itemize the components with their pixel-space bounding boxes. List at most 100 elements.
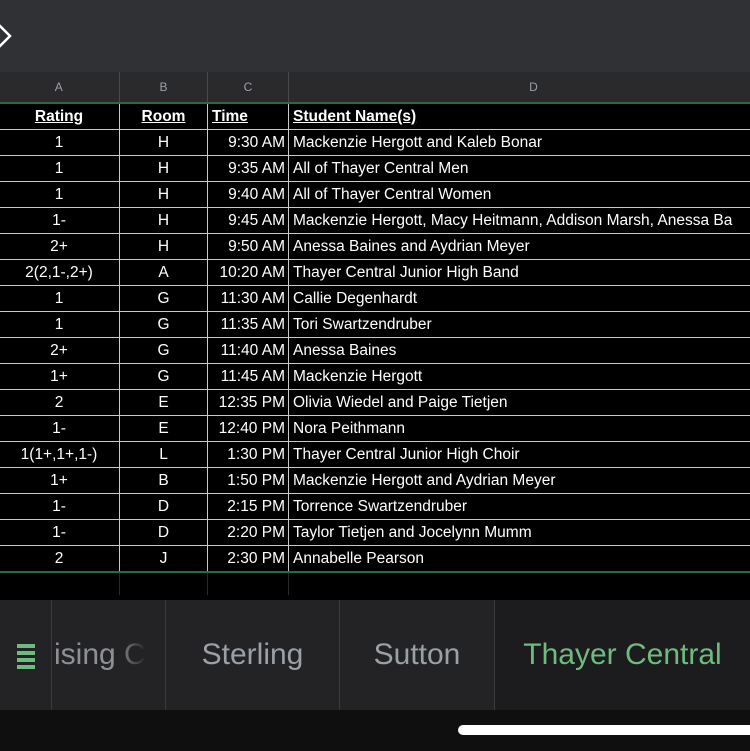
time-cell[interactable]: 9:35 AM <box>207 155 289 182</box>
student-names-cell[interactable]: Callie Degenhardt <box>288 285 750 312</box>
student-names-cell[interactable]: Mackenzie Hergott, Macy Heitmann, Addiso… <box>288 207 750 234</box>
time-cell[interactable]: 11:40 AM <box>207 337 289 364</box>
tab-rising-city[interactable]: ising C <box>52 600 166 710</box>
room-cell[interactable]: G <box>119 285 208 312</box>
table-row: 2 J 2:30 PM Annabelle Pearson <box>0 545 750 573</box>
student-names-cell[interactable]: Olivia Wiedel and Paige Tietjen <box>288 389 750 416</box>
time-cell[interactable]: 2:20 PM <box>207 519 289 546</box>
rating-cell[interactable]: 1 <box>0 129 120 156</box>
table-row: 1+ B 1:50 PM Mackenzie Hergott and Aydrian … <box>0 467 750 494</box>
spreadsheet-grid[interactable]: A B C D Rating Room Time Student Name(s)… <box>0 72 750 600</box>
rating-cell[interactable]: 1 <box>0 181 120 208</box>
room-cell[interactable]: G <box>119 363 208 390</box>
time-cell[interactable]: 9:30 AM <box>207 129 289 156</box>
rating-cell[interactable]: 2(2,1-,2+) <box>0 259 120 286</box>
time-cell[interactable]: 2:30 PM <box>207 545 289 573</box>
table-row: 1- E 12:40 PM Nora Peithmann <box>0 415 750 442</box>
room-cell[interactable]: B <box>119 467 208 494</box>
header-student-names[interactable]: Student Name(s) <box>288 102 750 130</box>
empty-cell[interactable] <box>288 571 750 595</box>
time-cell[interactable]: 9:50 AM <box>207 233 289 260</box>
rating-cell[interactable]: 1- <box>0 207 120 234</box>
table-row: 1- D 2:15 PM Torrence Swartzendruber <box>0 493 750 520</box>
room-cell[interactable]: H <box>119 207 208 234</box>
time-cell[interactable]: 12:35 PM <box>207 389 289 416</box>
header-rating[interactable]: Rating <box>0 102 120 130</box>
table-row: 1 G 11:30 AM Callie Degenhardt <box>0 285 750 312</box>
tab-label: ising C <box>54 638 146 671</box>
rating-cell[interactable]: 2+ <box>0 233 120 260</box>
time-cell[interactable]: 2:15 PM <box>207 493 289 520</box>
empty-cell[interactable] <box>119 571 208 595</box>
student-names-cell[interactable]: All of Thayer Central Men <box>288 155 750 182</box>
time-cell[interactable]: 1:50 PM <box>207 467 289 494</box>
student-names-cell[interactable]: Annabelle Pearson <box>288 545 750 573</box>
room-cell[interactable]: A <box>119 259 208 286</box>
student-names-cell[interactable]: Anessa Baines and Aydrian Meyer <box>288 233 750 260</box>
rating-cell[interactable]: 1+ <box>0 363 120 390</box>
time-cell[interactable]: 11:45 AM <box>207 363 289 390</box>
time-cell[interactable]: 1:30 PM <box>207 441 289 468</box>
sheet-tab-bar: ising C Sterling Sutton Thayer Central <box>0 600 750 710</box>
student-names-cell[interactable]: Thayer Central Junior High Band <box>288 259 750 286</box>
column-header-a[interactable]: A <box>0 72 120 104</box>
sheet-list-button[interactable] <box>0 600 52 710</box>
time-cell[interactable]: 10:20 AM <box>207 259 289 286</box>
table-header-row: Rating Room Time Student Name(s) <box>0 102 750 130</box>
rating-cell[interactable]: 1- <box>0 415 120 442</box>
student-names-cell[interactable]: Mackenzie Hergott and Aydrian Meyer <box>288 467 750 494</box>
room-cell[interactable]: G <box>119 311 208 338</box>
student-names-cell[interactable]: Thayer Central Junior High Choir <box>288 441 750 468</box>
room-cell[interactable]: D <box>119 493 208 520</box>
room-cell[interactable]: H <box>119 181 208 208</box>
student-names-cell[interactable]: All of Thayer Central Women <box>288 181 750 208</box>
student-names-cell[interactable]: Anessa Baines <box>288 337 750 364</box>
time-cell[interactable]: 9:40 AM <box>207 181 289 208</box>
student-names-cell[interactable]: Nora Peithmann <box>288 415 750 442</box>
rating-cell[interactable]: 1 <box>0 155 120 182</box>
student-names-cell[interactable]: Mackenzie Hergott <box>288 363 750 390</box>
time-cell[interactable]: 11:35 AM <box>207 311 289 338</box>
room-cell[interactable]: E <box>119 389 208 416</box>
rating-cell[interactable]: 1 <box>0 285 120 312</box>
rating-cell[interactable]: 2+ <box>0 337 120 364</box>
room-cell[interactable]: E <box>119 415 208 442</box>
student-names-cell[interactable]: Torrence Swartzendruber <box>288 493 750 520</box>
room-cell[interactable]: D <box>119 519 208 546</box>
tab-thayer-central[interactable]: Thayer Central <box>495 600 750 710</box>
room-cell[interactable]: L <box>119 441 208 468</box>
rating-cell[interactable]: 1+ <box>0 467 120 494</box>
empty-cell[interactable] <box>207 571 289 595</box>
column-header-b[interactable]: B <box>119 72 208 104</box>
table-row: 1 H 9:35 AM All of Thayer Central Men <box>0 155 750 182</box>
student-names-cell[interactable]: Tori Swartzendruber <box>288 311 750 338</box>
room-cell[interactable]: G <box>119 337 208 364</box>
close-icon[interactable] <box>0 16 14 56</box>
room-cell[interactable]: H <box>119 129 208 156</box>
tab-sterling[interactable]: Sterling <box>166 600 340 710</box>
rating-cell[interactable]: 1- <box>0 519 120 546</box>
table-row: 2 E 12:35 PM Olivia Wiedel and Paige Tietje… <box>0 389 750 416</box>
home-indicator[interactable] <box>458 725 750 735</box>
rating-cell[interactable]: 2 <box>0 389 120 416</box>
time-cell[interactable]: 12:40 PM <box>207 415 289 442</box>
room-cell[interactable]: H <box>119 233 208 260</box>
rating-cell[interactable]: 1(1+,1+,1-) <box>0 441 120 468</box>
tab-label: Sterling <box>201 638 304 671</box>
tab-sutton[interactable]: Sutton <box>340 600 495 710</box>
rating-cell[interactable]: 1 <box>0 311 120 338</box>
rating-cell[interactable]: 1- <box>0 493 120 520</box>
empty-row <box>0 571 750 595</box>
header-time[interactable]: Time <box>207 102 289 130</box>
empty-cell[interactable] <box>0 571 120 595</box>
time-cell[interactable]: 9:45 AM <box>207 207 289 234</box>
student-names-cell[interactable]: Mackenzie Hergott and Kaleb Bonar <box>288 129 750 156</box>
header-room[interactable]: Room <box>119 102 208 130</box>
room-cell[interactable]: H <box>119 155 208 182</box>
student-names-cell[interactable]: Taylor Tietjen and Jocelynn Mumm <box>288 519 750 546</box>
time-cell[interactable]: 11:30 AM <box>207 285 289 312</box>
rating-cell[interactable]: 2 <box>0 545 120 573</box>
column-header-c[interactable]: C <box>207 72 289 104</box>
room-cell[interactable]: J <box>119 545 208 573</box>
column-header-d[interactable]: D <box>288 72 750 104</box>
